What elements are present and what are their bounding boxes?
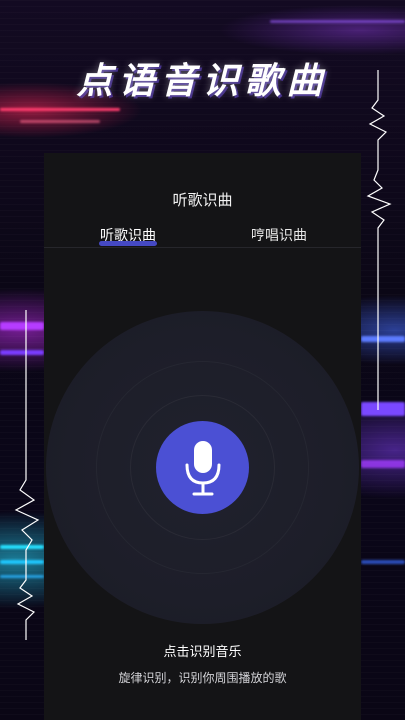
recognize-music-label: 点击识别音乐 — [163, 645, 242, 660]
waveform-right — [366, 70, 392, 410]
recognize-hint-text: 旋律识别，识别你周围播放的歌 — [118, 671, 287, 685]
recognition-panel: 听歌识曲 听歌识曲 哼唱识曲 点击识别音乐 旋律识别，识别你周围播放的歌 — [44, 153, 361, 720]
neon-streak — [361, 560, 405, 564]
neon-streak — [361, 460, 405, 468]
waveform-left — [14, 310, 40, 640]
promo-title: 点语音识歌曲 — [76, 61, 329, 102]
tab-divider — [44, 247, 361, 248]
tab-hum-recognize[interactable]: 哼唱识曲 — [251, 225, 307, 245]
neon-streak — [0, 108, 120, 111]
neon-streak — [270, 20, 405, 23]
panel-title: 听歌识曲 — [172, 191, 233, 209]
mic-record-button[interactable] — [156, 421, 249, 514]
microphone-icon — [185, 440, 220, 495]
active-tab-indicator — [99, 241, 157, 246]
neon-streak — [20, 120, 100, 123]
